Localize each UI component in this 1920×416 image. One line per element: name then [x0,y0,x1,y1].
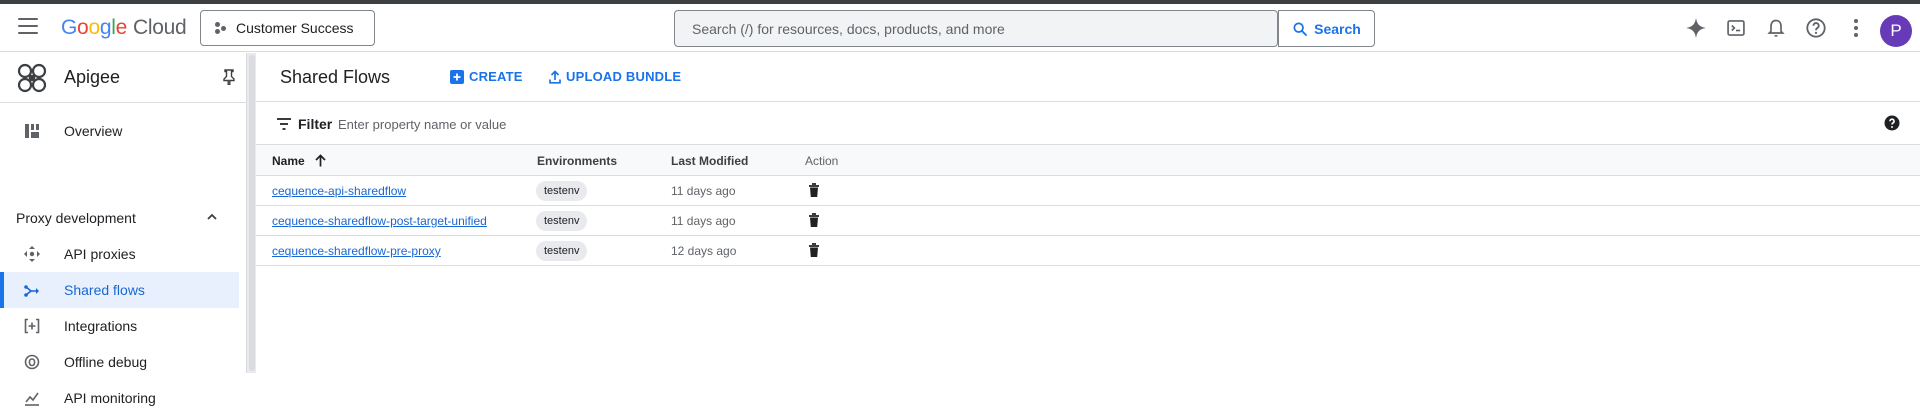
search-button-label: Search [1314,20,1361,37]
sidebar-item-label: Overview [64,123,123,139]
shared-flows-table: Name Environments Last Modified Action c… [256,145,1920,266]
api-proxies-icon [24,246,40,262]
upload-bundle-label: UPLOAD BUNDLE [566,69,682,84]
add-box-icon [450,69,464,84]
sidebar-section-proxy-development[interactable]: Proxy development [0,201,239,233]
last-modified-value: 12 days ago [671,244,737,258]
sidebar-item-overview[interactable]: Overview [0,113,239,149]
filter-input[interactable] [338,111,938,137]
google-cloud-logo[interactable]: Google Cloud [61,16,187,40]
shared-flows-icon [24,285,39,297]
delete-icon[interactable] [808,243,820,258]
project-picker-button[interactable]: Customer Success [200,10,375,46]
help-icon[interactable] [1804,16,1828,40]
dashboard-icon [25,124,39,138]
filter-bar: Filter [256,103,1920,145]
shared-flow-link[interactable]: cequence-api-sharedflow [272,184,406,198]
sidebar-section-label: Proxy development [16,210,136,226]
pin-icon[interactable] [222,69,236,85]
upload-bundle-button[interactable]: UPLOAD BUNDLE [549,69,681,84]
create-button[interactable]: CREATE [450,69,523,84]
main-menu-icon[interactable] [18,18,38,36]
column-header-last-modified[interactable]: Last Modified [671,154,748,168]
filter-button[interactable]: Filter [276,116,332,132]
cloud-shell-icon[interactable] [1724,16,1748,40]
page-header: Shared Flows CREATE UPLOAD BUNDLE [256,53,1920,102]
delete-icon[interactable] [808,213,820,228]
table-row: cequence-api-sharedflow testenv 11 days … [256,176,1920,206]
arrow-up-icon [315,154,326,167]
help-circle-icon[interactable] [1884,115,1900,131]
sidebar: Apigee Overview Proxy development API pr… [0,53,246,406]
sidebar-item-label: Shared flows [64,282,145,298]
sidebar-item-offline-debug[interactable]: Offline debug [0,344,239,380]
top-bar: GoogleCloud Customer Success Search P [0,4,1920,52]
search-icon [1293,21,1308,36]
sidebar-item-label: Integrations [64,318,138,334]
shared-flow-link[interactable]: cequence-sharedflow-post-target-unified [272,214,487,228]
table-row: cequence-sharedflow-post-target-unified … [256,206,1920,236]
notifications-icon[interactable] [1764,16,1788,40]
more-vert-icon[interactable] [1844,16,1868,40]
environment-chip: testenv [536,181,588,201]
page-title: Shared Flows [280,67,391,87]
column-header-environments[interactable]: Environments [537,154,617,168]
search-input[interactable] [675,11,1281,46]
avatar[interactable]: P [1880,15,1912,47]
sidebar-item-shared-flows[interactable]: Shared flows [0,272,239,308]
api-monitoring-icon [25,392,39,406]
sidebar-item-integrations[interactable]: Integrations [0,308,239,344]
search-button[interactable]: Search [1278,10,1375,47]
chevron-up-icon [207,213,217,220]
project-icon [215,22,227,34]
delete-icon[interactable] [808,183,820,198]
integrations-icon [24,318,40,334]
last-modified-value: 11 days ago [671,214,736,228]
sidebar-item-label: API proxies [64,246,136,262]
shared-flow-link[interactable]: cequence-sharedflow-pre-proxy [272,244,441,258]
last-modified-value: 11 days ago [671,184,736,198]
environment-chip: testenv [536,241,588,261]
sidebar-item-api-proxies[interactable]: API proxies [0,236,239,272]
product-name: Apigee [64,67,121,87]
main-content: Shared Flows CREATE UPLOAD BUNDLE Filter… [256,53,1920,373]
filter-icon [277,118,291,130]
sidebar-item-label: Offline debug [64,354,148,370]
create-button-label: CREATE [469,69,523,84]
scrollbar-thumb[interactable] [249,55,255,371]
sidebar-scrollbar[interactable] [246,53,256,373]
environment-chip: testenv [536,211,588,231]
table-header: Name Environments Last Modified Action [256,145,1920,176]
project-name: Customer Success [236,20,354,36]
column-header-name[interactable]: Name [272,154,326,168]
product-header: Apigee [0,53,246,103]
table-row: cequence-sharedflow-pre-proxy testenv 12… [256,236,1920,266]
upload-icon [549,69,561,84]
column-header-action: Action [805,154,839,168]
search-box [674,10,1281,47]
apigee-logo-icon [17,63,47,93]
sidebar-item-api-monitoring[interactable]: API monitoring [0,380,239,416]
sidebar-item-label: API monitoring [64,390,156,406]
filter-label: Filter [298,116,333,132]
offline-debug-icon [24,354,40,370]
gemini-icon[interactable] [1684,16,1708,40]
